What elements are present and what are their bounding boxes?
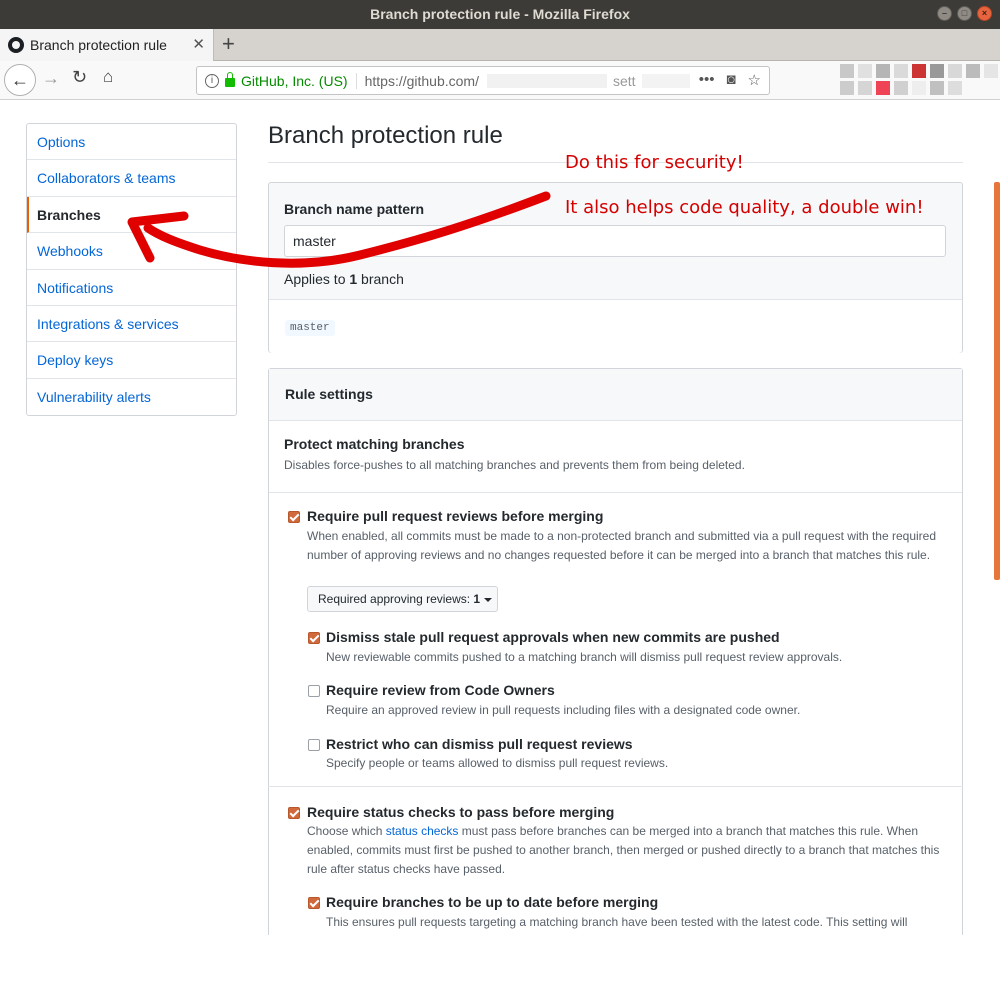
tab-branch-protection[interactable]: Branch protection rule ✕: [0, 29, 214, 61]
sidebar-item-deploy-keys[interactable]: Deploy keys: [27, 342, 236, 379]
applies-count: 1: [349, 271, 358, 287]
applies-text: Applies to 1 branch: [284, 271, 946, 287]
bottom-margin: [0, 935, 1000, 1000]
tab-strip: Branch protection rule ✕ +: [0, 29, 1000, 61]
sidebar-item-options[interactable]: Options: [27, 124, 236, 161]
lock-icon: [225, 72, 235, 87]
url-bar[interactable]: i GitHub, Inc. (US) https://github.com/ …: [196, 66, 770, 95]
tab-label: Branch protection rule: [30, 37, 167, 53]
annotation-line-2: It also helps code quality, a double win…: [565, 197, 924, 218]
branch-chip: master: [285, 320, 335, 336]
url-text: https://github.com/: [364, 72, 479, 89]
window-titlebar: Branch protection rule - Mozilla Firefox…: [0, 0, 1000, 29]
sidebar-item-notifications[interactable]: Notifications: [27, 270, 236, 306]
code-owners-description: Require an approved review in pull reque…: [326, 703, 801, 717]
rule-settings-header: Rule settings: [269, 369, 962, 421]
approving-reviews-value: 1: [473, 592, 481, 606]
close-window-button[interactable]: ×: [977, 6, 992, 21]
status-checks-checkbox[interactable]: [288, 807, 300, 819]
url-tail-text: sett: [613, 72, 636, 89]
dismiss-stale-checkbox[interactable]: [308, 632, 320, 644]
minimize-button[interactable]: –: [937, 6, 952, 21]
applies-suffix: branch: [357, 271, 404, 287]
sidebar-item-vulnerability-alerts[interactable]: Vulnerability alerts: [27, 379, 236, 415]
require-reviews-title[interactable]: Require pull request reviews before merg…: [307, 508, 603, 524]
redacted-url-segment: [641, 73, 690, 88]
status-checks-description: Choose which status checks must pass bef…: [307, 822, 952, 879]
code-owners-title[interactable]: Require review from Code Owners: [326, 682, 555, 698]
sidebar-item-branches[interactable]: Branches: [27, 196, 236, 234]
info-icon[interactable]: i: [205, 73, 219, 88]
pocket-icon[interactable]: ◙: [726, 71, 735, 89]
approving-reviews-label: Required approving reviews:: [318, 592, 474, 606]
forward-button[interactable]: →: [42, 68, 60, 89]
protect-title: Protect matching branches: [284, 436, 465, 452]
branch-pattern-input[interactable]: master: [284, 225, 946, 257]
home-button[interactable]: ⌂: [103, 67, 113, 87]
restrict-dismiss-checkbox[interactable]: [308, 739, 320, 751]
up-to-date-title[interactable]: Require branches to be up to date before…: [326, 894, 658, 910]
back-button[interactable]: ←: [4, 64, 36, 96]
protect-description: Disables force-pushes to all matching br…: [284, 458, 745, 472]
sidebar-item-collaborators[interactable]: Collaborators & teams: [27, 160, 236, 197]
status-checks-title[interactable]: Require status checks to pass before mer…: [307, 804, 614, 820]
sidebar-item-integrations[interactable]: Integrations & services: [27, 306, 236, 343]
up-to-date-checkbox[interactable]: [308, 897, 320, 909]
window-controls: – □ ×: [937, 6, 992, 21]
restrict-dismiss-title[interactable]: Restrict who can dismiss pull request re…: [326, 736, 633, 752]
matched-branches: master: [269, 299, 962, 353]
github-icon: [8, 37, 24, 53]
url-actions: ••• ◙ ☆: [699, 71, 761, 89]
new-tab-button[interactable]: +: [222, 31, 235, 57]
code-owners-checkbox[interactable]: [308, 685, 320, 697]
page-scrollbar[interactable]: [994, 182, 1000, 580]
maximize-button[interactable]: □: [957, 6, 972, 21]
site-identity[interactable]: GitHub, Inc. (US): [241, 72, 357, 89]
settings-sidebar: Options Collaborators & teams Branches W…: [26, 123, 237, 417]
redacted-url-segment: [487, 73, 607, 88]
reload-button[interactable]: ↻: [72, 67, 87, 88]
annotation-line-1: Do this for security!: [565, 152, 744, 173]
applies-prefix: Applies to: [284, 271, 350, 287]
bookmark-star-icon[interactable]: ☆: [748, 71, 761, 89]
tab-close-icon[interactable]: ✕: [192, 35, 205, 53]
dismiss-stale-title[interactable]: Dismiss stale pull request approvals whe…: [326, 629, 780, 645]
restrict-dismiss-description: Specify people or teams allowed to dismi…: [326, 756, 669, 770]
protect-branches-section: Protect matching branches Disables force…: [269, 421, 962, 493]
sidebar-item-webhooks[interactable]: Webhooks: [27, 233, 236, 270]
status-checks-desc-pre: Choose which: [307, 824, 386, 838]
require-reviews-description: When enabled, all commits must be made t…: [307, 529, 937, 562]
page-actions-icon[interactable]: •••: [699, 71, 715, 89]
window-title: Branch protection rule - Mozilla Firefox: [370, 6, 630, 22]
section-divider: [268, 786, 963, 787]
require-reviews-checkbox[interactable]: [288, 511, 300, 523]
blurred-extension-icons: [838, 63, 1000, 97]
up-to-date-description: This ensures pull requests targeting a m…: [326, 915, 908, 929]
status-checks-link[interactable]: status checks: [386, 824, 459, 838]
navigation-toolbar: ← → ↻ ⌂ i GitHub, Inc. (US) https://gith…: [0, 61, 1000, 100]
caret-down-icon: [484, 597, 493, 602]
dismiss-stale-description: New reviewable commits pushed to a match…: [326, 650, 843, 664]
approving-reviews-select[interactable]: Required approving reviews: 1: [307, 586, 498, 612]
